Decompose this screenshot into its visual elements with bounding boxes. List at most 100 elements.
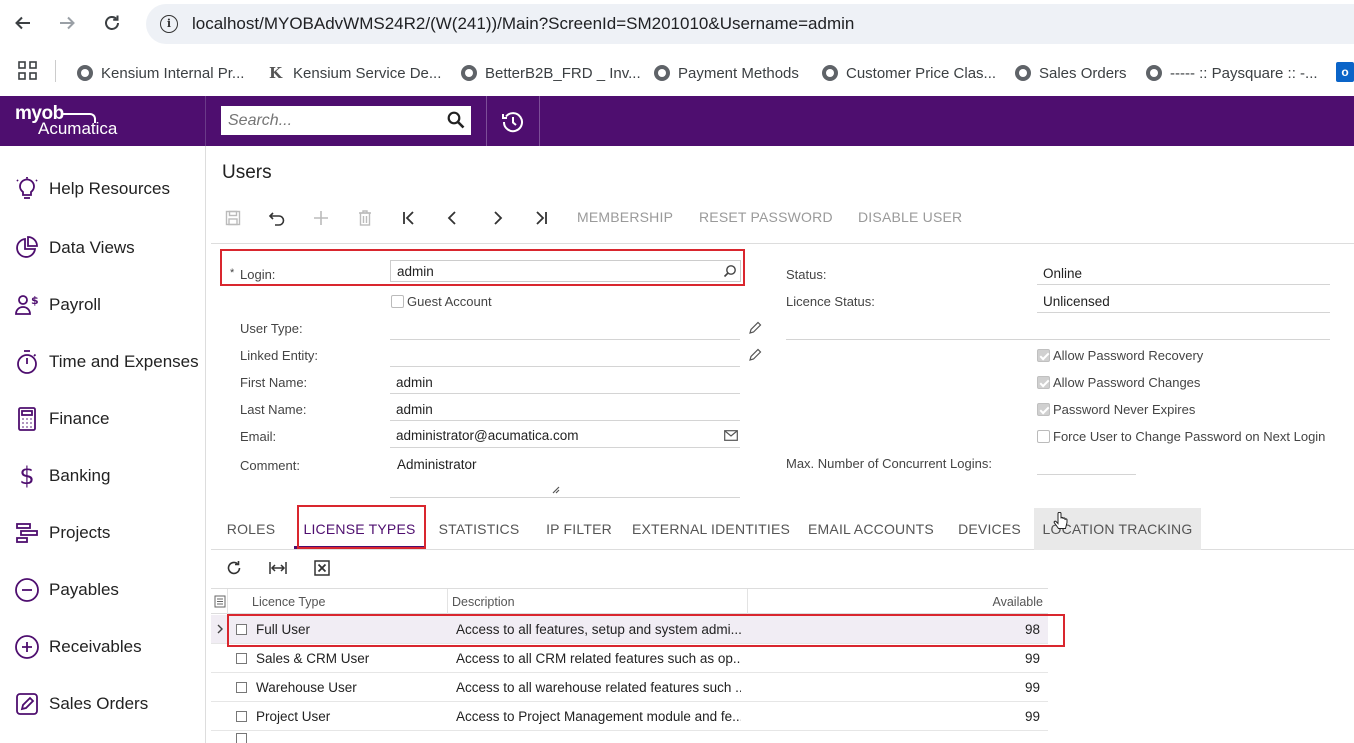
- acumatica-logo[interactable]: myob Acumatica: [0, 96, 206, 146]
- table-row[interactable]: Project User Access to Project Managemen…: [211, 702, 1048, 731]
- sidebar-item-finance[interactable]: Finance: [0, 399, 205, 439]
- sidebar-item-sales-orders[interactable]: Sales Orders: [0, 684, 205, 724]
- sidebar-item-payroll[interactable]: $ Payroll: [0, 285, 205, 325]
- tab-devices[interactable]: DEVICES: [951, 508, 1028, 550]
- bookmark-payment-methods[interactable]: Payment Methods: [654, 62, 799, 84]
- bookmark-kensium-service[interactable]: K Kensium Service De...: [269, 62, 441, 84]
- sidebar-item-data-views[interactable]: Data Views: [0, 228, 205, 268]
- row-indicator-chevron-icon: [217, 624, 223, 634]
- reset-password-button[interactable]: RESET PASSWORD: [699, 209, 833, 225]
- sidebar-item-banking[interactable]: $ Banking: [0, 456, 205, 496]
- login-field[interactable]: admin: [390, 260, 741, 282]
- allow-password-recovery-checkbox[interactable]: [1037, 349, 1050, 362]
- save-icon[interactable]: [222, 208, 244, 228]
- previous-record-icon[interactable]: [442, 208, 464, 228]
- tab-bar: ROLES LICENSE TYPES STATISTICS IP FILTER…: [211, 505, 1354, 550]
- column-divider: [227, 589, 228, 615]
- membership-button[interactable]: MEMBERSHIP: [577, 209, 673, 225]
- field-underline: [390, 393, 740, 394]
- disable-user-button[interactable]: DISABLE USER: [858, 209, 962, 225]
- tab-statistics[interactable]: STATISTICS: [433, 508, 525, 550]
- search-input[interactable]: [221, 106, 439, 135]
- row-checkbox[interactable]: [236, 733, 247, 743]
- row-checkbox[interactable]: [236, 653, 247, 664]
- table-row[interactable]: Sales & CRM User Access to all CRM relat…: [211, 644, 1048, 673]
- bookmark-label: Kensium Service De...: [293, 64, 442, 82]
- linked-entity-label: Linked Entity:: [240, 348, 319, 363]
- login-value[interactable]: admin: [397, 264, 434, 279]
- outlook-icon[interactable]: o: [1336, 62, 1354, 82]
- global-search[interactable]: [221, 106, 471, 135]
- apps-grid-icon[interactable]: [18, 61, 38, 86]
- last-record-icon[interactable]: [530, 208, 552, 228]
- add-icon[interactable]: [310, 208, 332, 228]
- bookmark-paysquare[interactable]: ----- :: Paysquare :: -...: [1146, 62, 1318, 84]
- cell-available: 99: [1024, 709, 1040, 724]
- status-value: Online: [1043, 266, 1083, 281]
- comment-field[interactable]: Administrator: [397, 457, 477, 472]
- tab-email-accounts[interactable]: EMAIL ACCOUNTS: [806, 508, 936, 550]
- edit-pencil-icon[interactable]: [748, 348, 762, 362]
- bookmark-kensium-internal[interactable]: Kensium Internal Pr...: [77, 62, 244, 84]
- sidebar-item-projects[interactable]: Projects: [0, 513, 205, 553]
- sidebar-item-help-resources[interactable]: Help Resources: [0, 169, 205, 209]
- sidebar-item-payables[interactable]: Payables: [0, 570, 205, 610]
- user-type-field[interactable]: [390, 339, 740, 340]
- row-checkbox[interactable]: [236, 682, 247, 693]
- grid-header: Licence Type Description Available: [211, 588, 1048, 615]
- sidebar-item-receivables[interactable]: Receivables: [0, 627, 205, 667]
- sidebar-item-label: Banking: [49, 466, 111, 485]
- forward-arrow-icon[interactable]: [54, 10, 80, 36]
- cell-description: Access to Project Management module and …: [456, 709, 741, 724]
- mail-icon[interactable]: [724, 430, 738, 441]
- table-row-partial[interactable]: [211, 731, 1048, 743]
- bookmark-customer-price-class[interactable]: Customer Price Clas...: [822, 62, 996, 84]
- edit-pencil-icon[interactable]: [748, 321, 762, 335]
- max-logins-field[interactable]: [1037, 474, 1136, 475]
- password-never-expires-checkbox[interactable]: [1037, 403, 1050, 416]
- email-field[interactable]: administrator@acumatica.com: [396, 428, 579, 443]
- table-row[interactable]: Warehouse User Access to all warehouse r…: [211, 673, 1048, 702]
- tab-ip-filter[interactable]: IP FILTER: [536, 508, 622, 550]
- last-name-field[interactable]: admin: [396, 402, 433, 417]
- next-record-icon[interactable]: [486, 208, 508, 228]
- column-header-licence-type[interactable]: Licence Type: [252, 595, 325, 609]
- tab-roles[interactable]: ROLES: [221, 508, 281, 550]
- url-text[interactable]: localhost/MYOBAdvWMS24R2/(W(241))/Main?S…: [192, 14, 854, 34]
- highlight-box: [227, 614, 1065, 647]
- allow-password-changes-checkbox[interactable]: [1037, 376, 1050, 389]
- back-arrow-icon[interactable]: [10, 10, 36, 36]
- column-header-available[interactable]: Available: [992, 595, 1043, 609]
- column-header-description[interactable]: Description: [452, 595, 515, 609]
- resize-handle-icon[interactable]: [550, 484, 560, 494]
- bookmark-betterb2b[interactable]: BetterB2B_FRD _ Inv...: [461, 62, 641, 84]
- sidebar-item-label: Payroll: [49, 295, 101, 314]
- first-name-field[interactable]: admin: [396, 375, 433, 390]
- lookup-search-icon[interactable]: [723, 264, 737, 278]
- bookmark-sales-orders[interactable]: Sales Orders: [1015, 62, 1127, 84]
- globe-icon: [654, 65, 670, 81]
- sidebar-item-time-and-expenses[interactable]: Time and Expenses: [0, 342, 205, 382]
- reload-icon[interactable]: [99, 10, 125, 36]
- search-icon[interactable]: [447, 111, 465, 129]
- globe-icon: [1015, 65, 1031, 81]
- tab-external-identities[interactable]: EXTERNAL IDENTITIES: [631, 508, 791, 550]
- history-icon[interactable]: [500, 109, 526, 135]
- row-checkbox[interactable]: [236, 711, 247, 722]
- delete-icon[interactable]: [354, 208, 376, 228]
- globe-icon: [461, 65, 477, 81]
- guest-account-checkbox[interactable]: [391, 295, 404, 308]
- row-selector-icon[interactable]: [214, 595, 226, 608]
- first-record-icon[interactable]: [398, 208, 420, 228]
- fit-columns-icon[interactable]: [268, 558, 288, 578]
- export-excel-icon[interactable]: [312, 558, 332, 578]
- undo-icon[interactable]: [266, 208, 288, 228]
- bookmark-label: Customer Price Clas...: [846, 64, 997, 82]
- bookmark-separator: [55, 60, 56, 82]
- refresh-icon[interactable]: [224, 558, 244, 578]
- address-bar[interactable]: i localhost/MYOBAdvWMS24R2/(W(241))/Main…: [146, 4, 1354, 44]
- site-info-icon[interactable]: i: [160, 15, 178, 33]
- linked-entity-field[interactable]: [390, 366, 740, 367]
- force-change-password-checkbox[interactable]: [1037, 430, 1050, 443]
- people-dollar-icon: $: [14, 292, 40, 318]
